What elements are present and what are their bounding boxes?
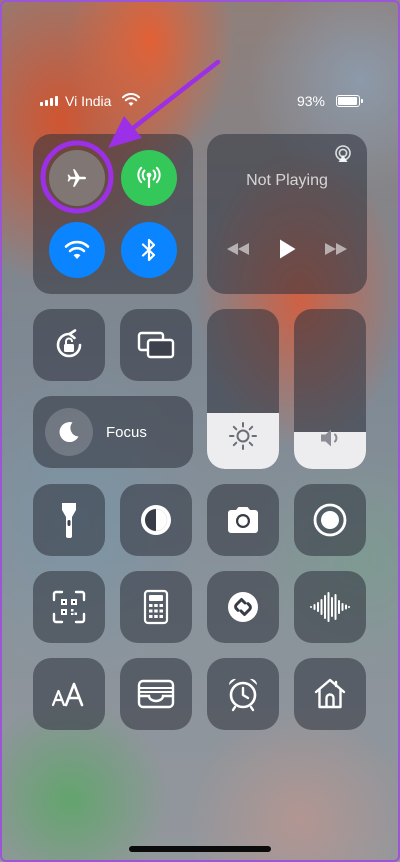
calculator-icon xyxy=(143,589,169,625)
qr-scanner-icon xyxy=(52,590,86,624)
camera-button[interactable] xyxy=(207,484,279,556)
antenna-icon xyxy=(137,166,161,189)
airplay-icon[interactable] xyxy=(333,144,353,169)
bluetooth-icon xyxy=(141,238,156,262)
focus-button[interactable]: Focus xyxy=(33,396,193,468)
shazam-icon xyxy=(228,592,258,622)
screen-record-icon xyxy=(313,503,347,537)
screen-record-button[interactable] xyxy=(294,484,366,556)
home-button[interactable] xyxy=(294,658,366,730)
flashlight-icon xyxy=(62,503,76,538)
now-playing-title: Not Playing xyxy=(246,172,328,189)
sun-icon xyxy=(207,421,279,451)
home-indicator[interactable] xyxy=(129,846,271,852)
voice-memo-button[interactable] xyxy=(294,571,366,643)
voice-memo-icon xyxy=(310,592,350,622)
moon-icon xyxy=(45,408,93,456)
volume-slider[interactable] xyxy=(294,309,366,469)
screen-mirroring-icon xyxy=(137,331,175,359)
carrier-name: Vi India xyxy=(65,93,112,109)
battery-icon xyxy=(336,95,363,107)
wallet-icon xyxy=(137,679,175,709)
dark-mode-button[interactable] xyxy=(120,484,192,556)
orientation-lock-button[interactable] xyxy=(33,309,105,381)
speaker-icon xyxy=(294,425,366,451)
wallet-button[interactable] xyxy=(120,658,192,730)
flashlight-button[interactable] xyxy=(33,484,105,556)
alarm-button[interactable] xyxy=(207,658,279,730)
status-bar: Vi India 93% xyxy=(40,93,363,111)
battery-percent: 93% xyxy=(296,93,325,109)
fast-forward-icon[interactable] xyxy=(323,241,349,262)
shazam-button[interactable] xyxy=(207,571,279,643)
airplane-icon xyxy=(67,169,86,187)
rewind-icon[interactable] xyxy=(225,241,251,262)
orientation-lock-icon xyxy=(56,329,82,358)
now-playing-module[interactable]: Not Playing xyxy=(207,134,367,294)
play-icon[interactable] xyxy=(277,238,297,265)
alarm-icon xyxy=(228,678,258,712)
bluetooth-button[interactable] xyxy=(121,222,177,278)
qr-scanner-button[interactable] xyxy=(33,571,105,643)
focus-label: Focus xyxy=(106,424,147,441)
cellular-data-button[interactable] xyxy=(121,150,177,206)
screen-mirroring-button[interactable] xyxy=(120,309,192,381)
dark-mode-icon xyxy=(141,505,171,535)
camera-icon xyxy=(228,507,258,533)
calculator-button[interactable] xyxy=(120,571,192,643)
text-size-icon xyxy=(51,682,84,707)
connectivity-module xyxy=(33,134,193,294)
brightness-slider[interactable] xyxy=(207,309,279,469)
text-size-button[interactable] xyxy=(33,658,105,730)
wifi-icon xyxy=(64,240,90,259)
home-icon xyxy=(314,678,346,709)
cellular-signal-icon xyxy=(40,96,58,106)
wifi-status-icon xyxy=(122,93,140,110)
wifi-button[interactable] xyxy=(49,222,105,278)
airplane-mode-button[interactable] xyxy=(49,150,105,206)
